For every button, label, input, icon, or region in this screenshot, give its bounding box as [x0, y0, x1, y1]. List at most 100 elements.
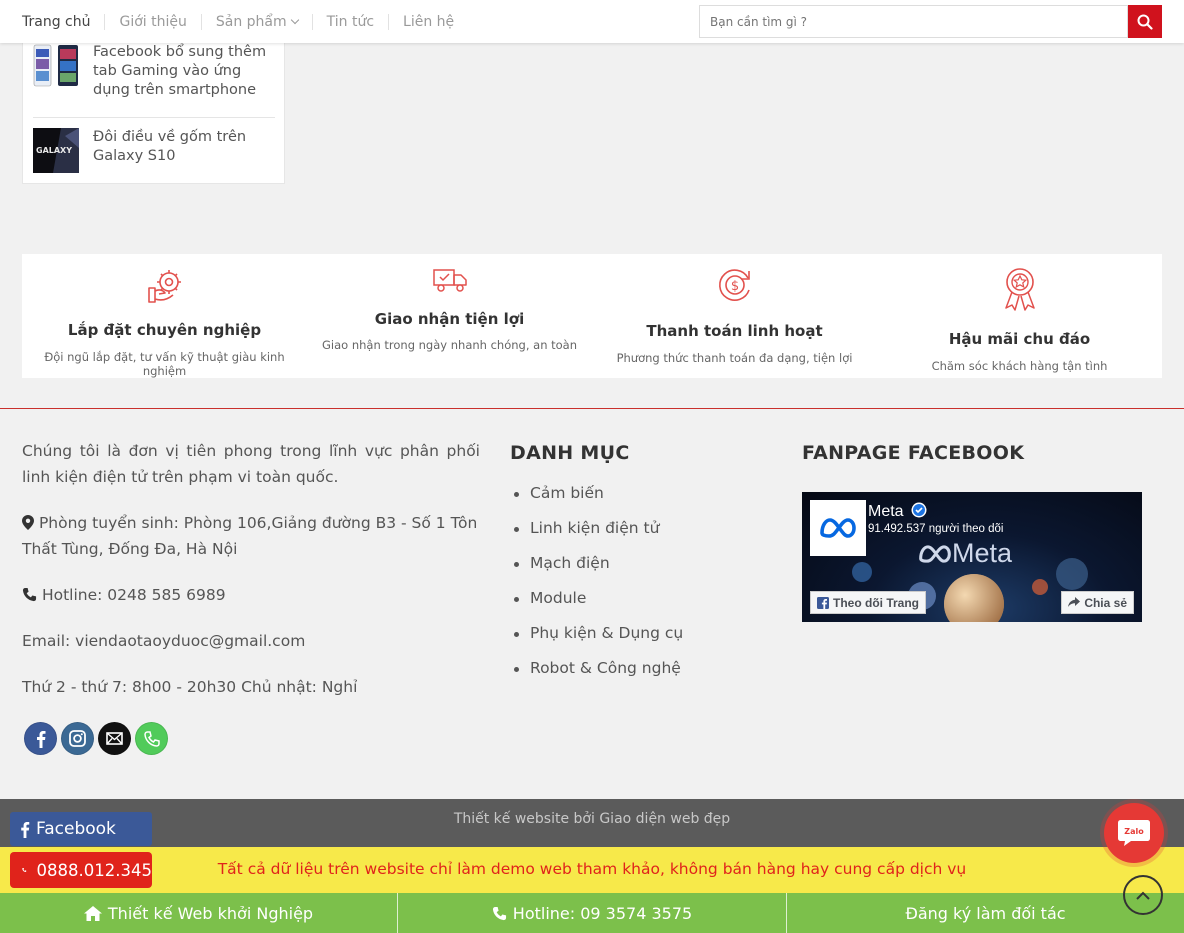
phone-icon — [22, 868, 27, 872]
footer-email[interactable]: Email: viendaotaoyduoc@gmail.com — [22, 628, 480, 654]
fanpage-heading: FANPAGE FACEBOOK — [802, 442, 1025, 464]
search-input[interactable] — [699, 5, 1128, 38]
social-phone[interactable] — [135, 722, 168, 755]
credit-text[interactable]: Thiết kế website bởi Giao diện web đẹp — [0, 811, 1184, 827]
zalo-icon: Zalo — [1118, 820, 1150, 846]
cover-wordmark-text: Meta — [952, 538, 1013, 568]
recent-post-item[interactable]: Facebook bổ sung thêm tab Gaming vào ứng… — [33, 43, 275, 100]
instagram-icon — [69, 730, 86, 747]
social-instagram[interactable] — [61, 722, 94, 755]
category-link[interactable]: Module — [513, 585, 683, 620]
page-followers: 91.492.537 người theo dõi — [868, 523, 1004, 535]
floating-phone-button[interactable]: 0888.012.345 — [10, 852, 152, 888]
facebook-icon — [817, 596, 829, 609]
award-ribbon-icon — [1004, 268, 1035, 311]
cover-wordmark: Meta — [918, 538, 1012, 569]
nav-item-news[interactable]: Tin tức — [311, 13, 388, 30]
phone-icon — [22, 587, 37, 602]
installation-icon — [147, 270, 181, 303]
post-thumbnail-text: GALAXY — [36, 146, 72, 155]
share-arrow-icon — [1068, 597, 1081, 607]
social-facebook[interactable] — [24, 722, 57, 755]
bottom-bar-label: Hotline: 09 3574 3575 — [512, 903, 693, 923]
feature-title: Hậu mãi chu đáo — [948, 330, 1091, 348]
features-section: Lắp đặt chuyên nghiệp Đội ngũ lắp đặt, t… — [22, 254, 1162, 378]
footer-divider — [0, 408, 1184, 409]
footer-hours: Thứ 2 - thứ 7: 8h00 - 20h30 Chủ nhật: Ng… — [22, 678, 358, 696]
footer-address: Phòng tuyển sinh: Phòng 106,Giảng đường … — [22, 510, 480, 562]
divider — [33, 117, 275, 118]
footer-address-text: Phòng tuyển sinh: Phòng 106,Giảng đường … — [22, 514, 478, 558]
feature-aftersales: Hậu mãi chu đáo Chăm sóc khách hàng tận … — [877, 254, 1162, 378]
share-label: Chia sẻ — [1084, 595, 1127, 610]
map-marker-icon — [22, 515, 34, 530]
floating-facebook-label: Facebook — [36, 819, 116, 839]
footer-intro: Chúng tôi là đơn vị tiên phong trong lĩn… — [22, 442, 480, 486]
main-nav: Trang chủ Giới thiệu Sản phẩm Tin tức Li… — [22, 0, 468, 43]
meta-logo-icon — [919, 545, 951, 563]
page-name: Meta — [868, 502, 927, 521]
feature-desc: Giao nhận trong ngày nhanh chóng, an toà… — [321, 338, 578, 352]
email-icon — [106, 732, 123, 745]
category-link[interactable]: Linh kiện điện tử — [513, 515, 683, 550]
nav-item-home[interactable]: Trang chủ — [22, 14, 104, 30]
feature-desc: Đội ngũ lắp đặt, tư vấn kỹ thuật giàu ki… — [44, 350, 285, 378]
post-title: Đôi điều về gốm trên Galaxy S10 — [93, 129, 247, 164]
social-email[interactable] — [98, 722, 131, 755]
facebook-icon — [36, 730, 45, 748]
feature-title: Thanh toán linh hoạt — [646, 322, 823, 340]
notice-text: Tất cả dữ liệu trên website chỉ làm demo… — [217, 860, 967, 878]
zalo-label: Zalo — [1124, 827, 1144, 836]
credit-bar: Thiết kế website bởi Giao diện web đẹp — [0, 799, 1184, 847]
chevron-up-icon — [1136, 891, 1150, 900]
facebook-icon — [21, 821, 30, 838]
post-title: Facebook bổ sung thêm tab Gaming vào ứng… — [93, 44, 267, 98]
floating-facebook-button[interactable]: Facebook — [10, 812, 152, 846]
category-link[interactable]: Mạch điện — [513, 550, 683, 585]
verified-badge-icon — [911, 502, 927, 518]
search-button[interactable] — [1128, 5, 1162, 38]
search-icon — [1137, 14, 1153, 30]
feature-title: Lắp đặt chuyên nghiệp — [67, 321, 262, 339]
feature-desc: Phương thức thanh toán đa dạng, tiện lợi — [616, 351, 853, 365]
footer-hotline-text[interactable]: Hotline: 0248 585 6989 — [42, 586, 226, 604]
bottom-bar-label: Đăng ký làm đối tác — [905, 903, 1066, 923]
category-link[interactable]: Cảm biến — [513, 480, 683, 515]
feature-desc: Chăm sóc khách hàng tận tình — [931, 359, 1108, 373]
back-to-top-button[interactable] — [1123, 875, 1163, 915]
site-header: Trang chủ Giới thiệu Sản phẩm Tin tức Li… — [0, 0, 1184, 43]
bottom-bar-startup-web[interactable]: Thiết kế Web khởi Nghiệp — [0, 893, 398, 933]
category-link[interactable]: Phụ kiện & Dụng cụ — [513, 620, 683, 655]
recent-post-item[interactable]: GALAXY Đôi điều về gốm trên Galaxy S10 — [33, 128, 275, 173]
follow-page-button[interactable]: Theo dõi Trang — [810, 591, 926, 614]
nav-item-contact[interactable]: Liên hệ — [388, 13, 468, 30]
bottom-action-bar: Thiết kế Web khởi Nghiệp Hotline: 09 357… — [0, 893, 1184, 933]
facebook-page-plugin[interactable]: Meta 91.492.537 người theo dõi Meta Theo… — [802, 492, 1142, 622]
zalo-chat-button[interactable]: Zalo — [1104, 803, 1164, 863]
meta-logo-icon — [820, 518, 856, 538]
delivery-truck-icon — [432, 269, 467, 292]
nav-item-about[interactable]: Giới thiệu — [104, 13, 200, 30]
footer-about: Chúng tôi là đơn vị tiên phong trong lĩn… — [22, 438, 480, 720]
floating-phone-label: 0888.012.345 — [36, 860, 152, 880]
notice-bar: Tất cả dữ liệu trên website chỉ làm demo… — [0, 847, 1184, 893]
nav-item-products-label: Sản phẩm — [215, 13, 287, 30]
payment-cycle-icon: $ — [718, 269, 750, 301]
chevron-down-icon — [290, 15, 299, 24]
category-list: Cảm biến Linh kiện điện tử Mạch điện Mod… — [513, 480, 683, 690]
feature-payment: $ Thanh toán linh hoạt Phương thức thanh… — [592, 254, 877, 378]
footer-hotline: Hotline: 0248 585 6989 — [22, 582, 480, 608]
category-heading: DANH MỤC — [510, 442, 630, 464]
page-name-text: Meta — [868, 503, 904, 520]
post-thumbnail: GALAXY — [33, 128, 79, 173]
social-links — [24, 722, 168, 755]
bottom-bar-label: Thiết kế Web khởi Nghiệp — [107, 903, 314, 923]
search-form — [699, 5, 1162, 38]
share-button[interactable]: Chia sẻ — [1061, 591, 1134, 614]
post-thumbnail — [33, 43, 79, 88]
svg-text:$: $ — [730, 279, 738, 294]
bottom-bar-hotline[interactable]: Hotline: 09 3574 3575 — [398, 893, 787, 933]
category-link[interactable]: Robot & Công nghệ — [513, 655, 683, 690]
feature-installation: Lắp đặt chuyên nghiệp Đội ngũ lắp đặt, t… — [22, 254, 307, 378]
nav-item-products[interactable]: Sản phẩm — [200, 13, 312, 30]
